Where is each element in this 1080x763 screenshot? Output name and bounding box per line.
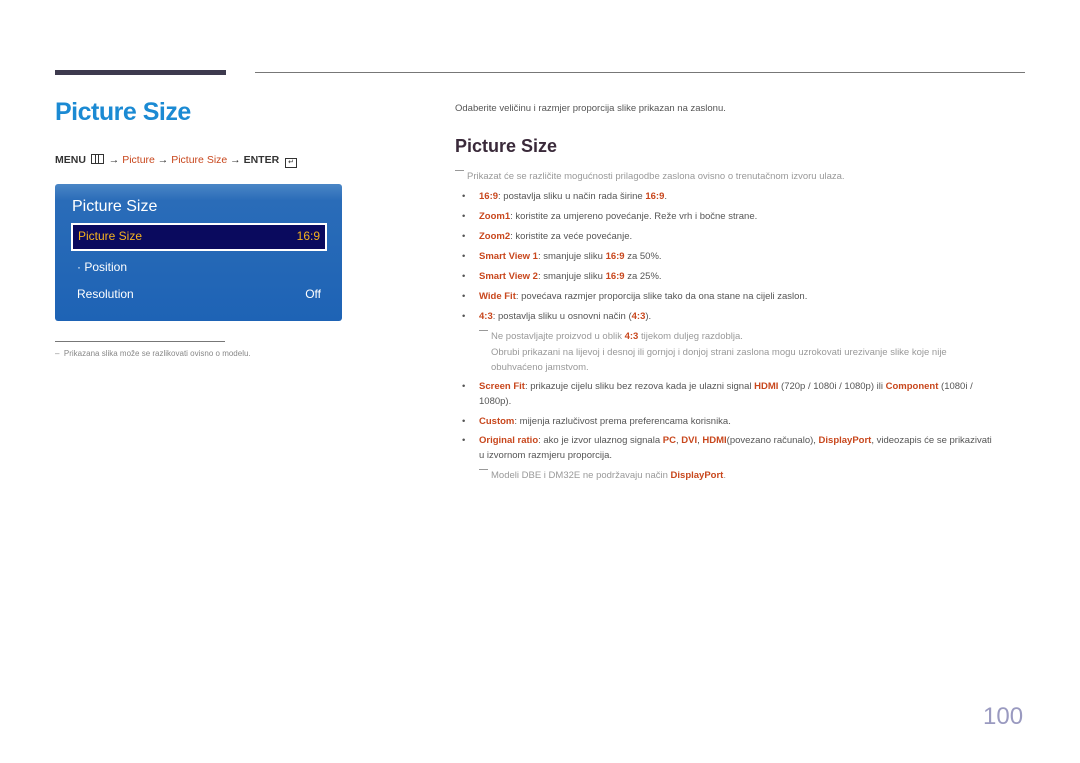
term: Wide Fit	[479, 291, 516, 302]
desc: : povećava razmjer proporcija slike tako…	[515, 291, 808, 302]
desc: : smanjuje sliku	[537, 251, 606, 262]
arrow: →	[157, 154, 169, 166]
desc: , videozapis će se prikazivati	[871, 435, 992, 446]
desc: : postavlja sliku u osnovni način (	[492, 311, 632, 322]
note-text: Modeli DBE i DM32E ne podržavaju način	[491, 470, 671, 481]
desc: : smanjuje sliku	[537, 271, 606, 282]
term: DisplayPort	[818, 435, 872, 446]
footnote-text: Prikazana slika može se razlikovati ovis…	[63, 349, 251, 358]
menu-path-picture-size: Picture Size	[171, 154, 228, 166]
enter-return-icon: ↵	[285, 158, 298, 168]
menu-label: MENU	[55, 154, 86, 166]
desc: (povezano računalo),	[726, 435, 819, 446]
desc: za 50%.	[624, 251, 662, 262]
term: 16:9	[645, 191, 665, 202]
header-bar-thick	[55, 70, 226, 75]
term: Custom	[479, 416, 515, 427]
desc: (720p / 1080i / 1080p) ili	[778, 381, 886, 392]
note-4-3: Ne postavljajte proizvod u oblik 4:3 tij…	[479, 329, 743, 344]
term: Zoom1	[479, 211, 511, 222]
term: HDMI	[702, 435, 727, 446]
desc: ).	[645, 311, 652, 322]
menu-grid-icon	[90, 154, 104, 164]
desc: .	[664, 191, 667, 202]
term: Smart View 2	[479, 271, 538, 282]
note-displayport: Modeli DBE i DM32E ne podržavaju način D…	[479, 468, 726, 483]
term: 16:9	[479, 191, 499, 202]
note-text: Prikazat će se različite mogućnosti pril…	[467, 171, 845, 182]
osd-title: Picture Size	[72, 198, 158, 215]
note-text: Ne postavljajte proizvod u oblik	[491, 331, 625, 342]
term: Original ratio	[479, 435, 539, 446]
arrow: →	[230, 154, 241, 166]
desc: : postavlja sliku u način rada širine	[498, 191, 646, 202]
section-title: Picture Size	[455, 136, 558, 156]
footnote: – Prikazana slika može se razlikovati ov…	[55, 349, 251, 358]
header-rule	[255, 72, 1025, 73]
enter-label: ENTER	[243, 154, 280, 166]
term: 4:3	[624, 331, 639, 342]
note-text: .	[723, 470, 726, 481]
osd-item-position[interactable]: · Position	[77, 260, 321, 274]
desc: u izvornom razmjeru proporcija.	[479, 450, 613, 461]
term: PC	[662, 435, 676, 446]
term: DVI	[681, 435, 698, 446]
term: 4:3	[479, 311, 493, 322]
osd-item-value: Off	[305, 287, 321, 301]
osd-item-label: Resolution	[77, 287, 134, 301]
note-4-3-line2: Obrubi prikazani na lijevoj i desnoj ili…	[491, 347, 947, 358]
desc: 1080p).	[479, 396, 512, 407]
term: DisplayPort	[670, 470, 724, 481]
desc: za 25%.	[624, 271, 662, 282]
desc: : koristite za umjereno povećanje. Reže …	[510, 211, 758, 222]
osd-menu-panel: Picture Size Picture Size 16:9 · Positio…	[55, 184, 342, 321]
osd-item-picture-size[interactable]: Picture Size 16:9	[71, 223, 327, 251]
term: 4:3	[631, 311, 646, 322]
footnote-rule	[55, 341, 225, 342]
term: 16:9	[605, 251, 625, 262]
page-title: Picture Size	[55, 98, 191, 126]
osd-item-value: 16:9	[296, 229, 320, 243]
note-4-3-line3: obuhvaćeno jamstvom.	[491, 362, 589, 373]
term: 16:9	[605, 271, 625, 282]
menu-path-picture: Picture	[122, 154, 155, 166]
desc: : mijenja razlučivost prema preferencama…	[514, 416, 731, 427]
menu-path: MENU → Picture → Picture Size → ENTER ↵	[55, 154, 298, 168]
note: Prikazat će se različite mogućnosti pril…	[455, 170, 845, 182]
term: Component	[885, 381, 939, 392]
note-text: tijekom duljeg razdoblja.	[638, 331, 743, 342]
osd-item-resolution[interactable]: Resolution Off	[77, 287, 321, 301]
term: HDMI	[754, 381, 779, 392]
intro-text: Odaberite veličinu i razmjer proporcija …	[455, 103, 726, 114]
osd-item-label: · Position	[77, 260, 128, 274]
term: Screen Fit	[479, 381, 525, 392]
desc: : ako je izvor ulaznog signala	[538, 435, 663, 446]
page-number: 100	[983, 703, 1024, 730]
desc: (1080i /	[938, 381, 973, 392]
desc: : koristite za veće povećanje.	[510, 231, 633, 242]
term: Smart View 1	[479, 251, 538, 262]
term: Zoom2	[479, 231, 511, 242]
desc: : prikazuje cijelu sliku bez rezova kada…	[524, 381, 755, 392]
osd-item-label: Picture Size	[78, 229, 143, 243]
arrow: →	[108, 154, 120, 166]
